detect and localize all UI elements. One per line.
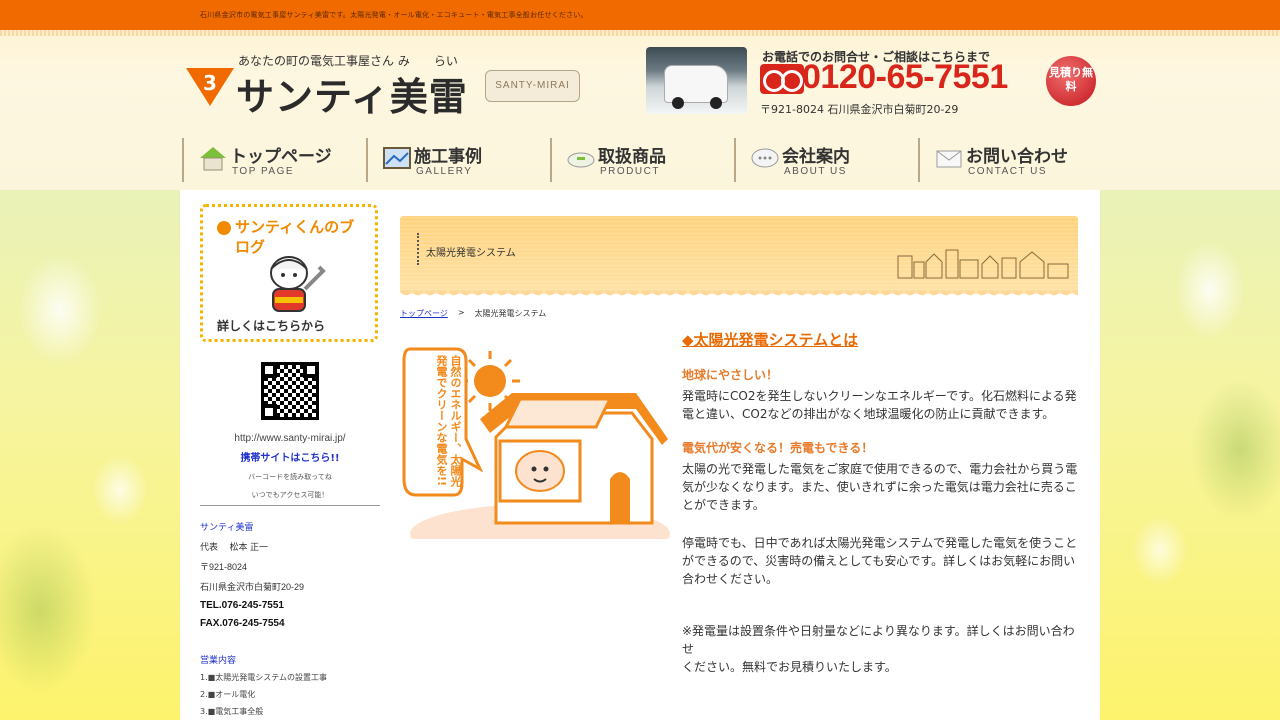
business-heading: 営業内容 bbox=[200, 656, 237, 666]
solar-house-illustration: 自然のエネルギー、太陽光発電でクリーンな電気を!! bbox=[400, 329, 670, 564]
page-title: 太陽光発電システム bbox=[426, 248, 516, 259]
nav-sublabel: GALLERY bbox=[416, 166, 473, 177]
site-url: http://www.santy-mirai.jp/ bbox=[234, 433, 346, 444]
company-fax: FAX.076-245-7554 bbox=[200, 618, 285, 629]
article: 自然のエネルギー、太陽光発電でクリーンな電気を!! ◆太陽光発電システムとは 地… bbox=[400, 329, 1080, 676]
mascot-icon bbox=[270, 256, 326, 312]
top-bar: 石川県金沢市の電気工事屋サンティ美雷です。太陽光発電・オール電化・エコキュート・… bbox=[0, 0, 1280, 30]
company-tel: TEL.076-245-7551 bbox=[200, 600, 284, 611]
logo-badge: SANTY-MIRAI bbox=[485, 70, 580, 102]
company-heading: サンティ美雷 bbox=[200, 523, 254, 533]
mail-icon bbox=[936, 150, 962, 168]
main-content: 太陽光発電システム トップページ > 太陽光発電システム 自然のエネルギー、太陽… bbox=[400, 216, 1080, 676]
nav-sublabel: TOP PAGE bbox=[232, 166, 295, 177]
mobile-site-link[interactable]: 携帯サイトはこちら!! bbox=[200, 449, 380, 464]
nav-sublabel: CONTACT US bbox=[968, 166, 1048, 177]
logo-icon[interactable]: 3 bbox=[186, 66, 234, 106]
main-nav: トップページ TOP PAGE 施工事例 GALLERY 取扱商品 PRODUC… bbox=[182, 138, 1102, 182]
company-address: 石川県金沢市白菊町20-29 bbox=[200, 582, 305, 592]
site-header: 3 あなたの町の電気工事屋さん み らい サンティ美雷 SANTY-MIRAI … bbox=[0, 30, 1280, 190]
qr-finder bbox=[261, 404, 277, 420]
phone-number[interactable]: 0120-65-7551 bbox=[802, 58, 1008, 97]
note-line: ※発電量は設置条件や日射量などにより異なります。詳しくはお問い合わせ bbox=[682, 624, 1075, 656]
qr-note-2: いつでもアクセス可能！ bbox=[200, 490, 380, 506]
house-icon bbox=[200, 147, 226, 171]
lamp-icon bbox=[567, 152, 595, 168]
freedial-icon bbox=[760, 64, 804, 94]
nav-contact[interactable]: お問い合わせ CONTACT US bbox=[918, 138, 1102, 182]
picture-icon bbox=[383, 147, 411, 169]
nav-label: 施工事例 bbox=[414, 147, 482, 167]
breadcrumb-current: 太陽光発電システム bbox=[474, 309, 547, 318]
breadcrumb-separator: > bbox=[457, 308, 465, 317]
business-item: 3.■電気工事全般 bbox=[200, 707, 264, 716]
chat-icon bbox=[751, 148, 779, 168]
nav-product[interactable]: 取扱商品 PRODUCT bbox=[550, 138, 734, 182]
blog-more-link[interactable]: 詳しくはこちらから bbox=[217, 317, 325, 334]
nav-sublabel: PRODUCT bbox=[600, 166, 660, 177]
nav-label: 会社案内 bbox=[782, 147, 850, 167]
van-wheel bbox=[672, 97, 684, 109]
logo-text[interactable]: サンティ美雷 bbox=[236, 66, 468, 121]
van-photo bbox=[646, 47, 747, 114]
qr-finder bbox=[261, 362, 277, 378]
header-address: 〒921-8024 石川県金沢市白菊町20-29 bbox=[760, 103, 959, 116]
business-item: 1.■太陽光発電システムの設置工事 bbox=[200, 673, 327, 682]
business-item: 2.■オール電化 bbox=[200, 690, 256, 699]
nav-top-page[interactable]: トップページ TOP PAGE bbox=[182, 138, 366, 182]
note-line: ください。無料でお見積りいたします。 bbox=[682, 660, 897, 674]
content-area: サンティくんのブログ 詳しくはこちらから http://www.santy-mi… bbox=[180, 190, 1100, 720]
nav-label: お問い合わせ bbox=[966, 147, 1068, 167]
paragraph: 停電時でも、日中であれば太陽光発電システムで発電した電気を使うことができるので、… bbox=[682, 536, 1078, 586]
qr-code bbox=[261, 362, 319, 420]
illustration-caption: 自然のエネルギー、太陽光発電でクリーンな電気を!! bbox=[435, 355, 462, 487]
background-flowers-right bbox=[1100, 190, 1280, 720]
company-rep: 代表 松本 正一 bbox=[200, 542, 269, 552]
nav-label: 取扱商品 bbox=[598, 147, 666, 167]
nav-label: トップページ bbox=[230, 147, 332, 167]
note: ※発電量は設置条件や日射量などにより異なります。詳しくはお問い合わせ ください。… bbox=[682, 622, 1080, 676]
title-marker bbox=[417, 233, 419, 265]
subsection-title: 地球にやさしい！ bbox=[682, 368, 779, 382]
qr-finder bbox=[303, 362, 319, 378]
play-icon bbox=[217, 221, 231, 235]
sidebar: サンティくんのブログ 詳しくはこちらから http://www.santy-mi… bbox=[200, 204, 380, 717]
blog-banner[interactable]: サンティくんのブログ 詳しくはこちらから bbox=[200, 204, 378, 342]
town-skyline-icon bbox=[897, 249, 1069, 279]
paragraph: 太陽の光で発電した電気をご家庭で使用できるので、電力会社から買う電気が少なくなり… bbox=[682, 462, 1078, 512]
subsection-title: 電気代が安くなる！売電もできる！ bbox=[682, 441, 874, 455]
article-text: ◆太陽光発電システムとは 地球にやさしい！ 発電時にCO2を発生しないクリーンな… bbox=[682, 329, 1080, 676]
page-title-banner: 太陽光発電システム bbox=[400, 216, 1078, 298]
top-bar-text: 石川県金沢市の電気工事屋サンティ美雷です。太陽光発電・オール電化・エコキュート・… bbox=[200, 11, 588, 19]
nav-gallery[interactable]: 施工事例 GALLERY bbox=[366, 138, 550, 182]
company-zip: 〒921-8024 bbox=[200, 562, 248, 572]
qr-note: バーコードを読み取ってね bbox=[248, 473, 332, 481]
breadcrumb: トップページ > 太陽光発電システム bbox=[400, 308, 1080, 319]
nav-about[interactable]: 会社案内 ABOUT US bbox=[734, 138, 918, 182]
free-estimate-badge: 見積り無料 bbox=[1046, 56, 1096, 106]
section-title[interactable]: ◆太陽光発電システムとは bbox=[682, 329, 1080, 350]
paragraph: 発電時にCO2を発生しないクリーンなエネルギーです。化石燃料による発電と違い、C… bbox=[682, 389, 1077, 421]
svg-text:3: 3 bbox=[203, 71, 217, 95]
background-flowers-left bbox=[0, 190, 180, 720]
nav-sublabel: ABOUT US bbox=[784, 166, 847, 177]
breadcrumb-home-link[interactable]: トップページ bbox=[400, 308, 448, 319]
van-wheel bbox=[710, 97, 722, 109]
